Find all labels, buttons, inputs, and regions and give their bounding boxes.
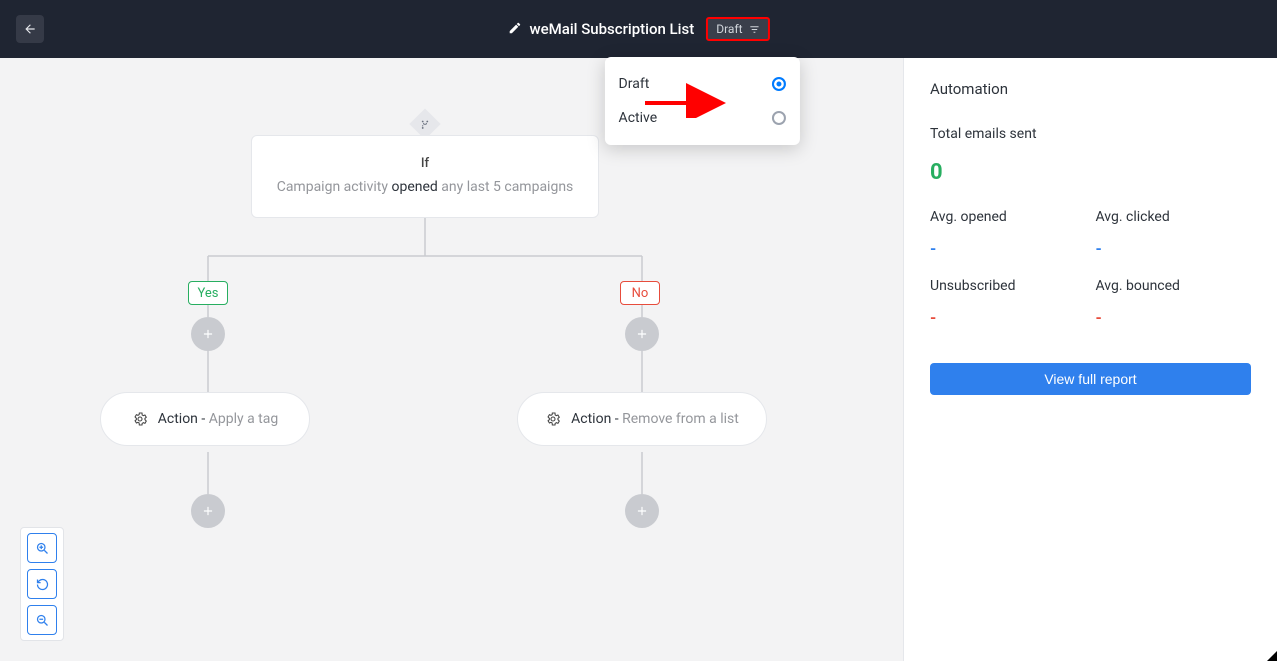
zoom-out-icon	[35, 613, 50, 628]
total-emails-value: 0	[930, 160, 1251, 185]
action-box-no[interactable]: Action - Remove from a list	[517, 392, 767, 446]
branch-label-no: No	[620, 281, 660, 305]
metric-label: Avg. opened	[930, 209, 1086, 225]
total-emails-label: Total emails sent	[930, 126, 1251, 142]
if-prefix: Campaign activity	[277, 179, 388, 195]
zoom-reset-button[interactable]	[27, 569, 57, 599]
flow-canvas[interactable]: If Campaign activity opened any last 5 c…	[0, 58, 903, 661]
metric-avg-opened: Avg. opened -	[930, 209, 1086, 258]
pencil-icon[interactable]	[507, 20, 521, 39]
title-wrap: weMail Subscription List Draft Draft Act…	[507, 17, 769, 41]
metric-label: Unsubscribed	[930, 278, 1086, 294]
zoom-controls	[20, 527, 64, 641]
metric-value: -	[930, 308, 1086, 327]
annotation-arrow	[640, 68, 730, 118]
resize-handle-icon[interactable]	[1267, 651, 1277, 661]
action-box-yes[interactable]: Action - Apply a tag	[100, 392, 310, 446]
metric-unsubscribed: Unsubscribed -	[930, 278, 1086, 327]
zoom-in-button[interactable]	[27, 533, 57, 563]
branch-label-yes: Yes	[188, 281, 228, 305]
gear-icon	[132, 411, 148, 427]
metric-label: Avg. clicked	[1096, 209, 1252, 225]
add-step-button[interactable]	[625, 494, 659, 528]
sidebar: Automation Total emails sent 0 Avg. open…	[903, 58, 1277, 661]
metric-label: Avg. bounced	[1096, 278, 1252, 294]
view-full-report-button[interactable]: View full report	[930, 363, 1251, 395]
if-suffix: any last 5 campaigns	[441, 179, 573, 195]
back-icon	[23, 22, 37, 36]
metric-avg-bounced: Avg. bounced -	[1096, 278, 1252, 327]
action-detail: Apply a tag	[209, 411, 279, 427]
metric-value: -	[930, 239, 1086, 258]
if-keyword: opened	[391, 179, 437, 195]
status-chip-label: Draft	[716, 22, 742, 36]
radio-selected-icon	[772, 77, 786, 91]
if-title: If	[270, 156, 580, 171]
radio-icon	[772, 111, 786, 125]
sidebar-title: Automation	[930, 80, 1251, 98]
if-condition-box[interactable]: If Campaign activity opened any last 5 c…	[251, 135, 599, 218]
add-step-button[interactable]	[625, 317, 659, 351]
header: weMail Subscription List Draft Draft Act…	[0, 0, 1277, 58]
action-label: Action -	[571, 411, 622, 427]
metric-avg-clicked: Avg. clicked -	[1096, 209, 1252, 258]
filter-icon	[749, 24, 760, 35]
metric-grid: Avg. opened - Avg. clicked - Unsubscribe…	[930, 209, 1251, 327]
gear-icon	[545, 411, 561, 427]
zoom-reset-icon	[35, 577, 50, 592]
metric-value: -	[1096, 239, 1252, 258]
if-body: Campaign activity opened any last 5 camp…	[270, 179, 580, 195]
action-label: Action -	[158, 411, 209, 427]
metric-value: -	[1096, 308, 1252, 327]
automation-title: weMail Subscription List	[529, 20, 694, 38]
action-detail: Remove from a list	[622, 411, 739, 427]
branch-icon	[420, 119, 431, 130]
add-step-button[interactable]	[191, 317, 225, 351]
add-step-button[interactable]	[191, 494, 225, 528]
status-chip[interactable]: Draft	[706, 17, 769, 41]
zoom-in-icon	[35, 541, 50, 556]
back-button[interactable]	[16, 15, 44, 43]
zoom-out-button[interactable]	[27, 605, 57, 635]
